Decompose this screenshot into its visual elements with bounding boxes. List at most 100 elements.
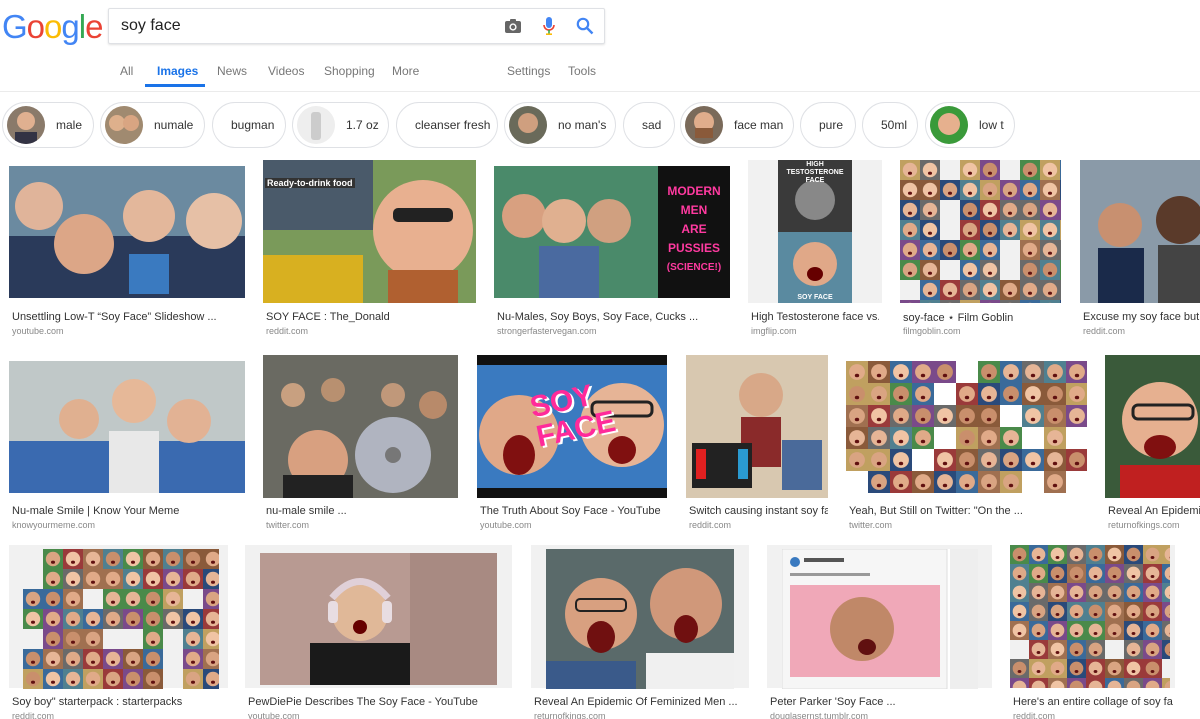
image-result[interactable]: Here's an entire collage of soy fac... r… [1010, 545, 1175, 719]
result-title: Reveal An Epidemic Of Feminized Men ... [534, 696, 738, 708]
chip-numale[interactable]: numale [100, 102, 205, 148]
result-title: Yeah, But Still on Twitter: "On the ... [849, 505, 1023, 517]
search-box [108, 8, 605, 44]
overlay-line: ARE [681, 222, 707, 236]
result-title: High Testosterone face vs. ... [751, 311, 879, 323]
result-title: Peter Parker 'Soy Face ... [770, 696, 896, 708]
thumbnail-overlay-text: Ready-to-drink food [265, 178, 355, 188]
result-title: The Truth About Soy Face - YouTube [480, 505, 661, 517]
result-title: Soy boy" starterpack : starterpacks [12, 696, 183, 708]
image-result[interactable]: Switch causing instant soy fa... reddit.… [686, 355, 828, 535]
tab-images[interactable]: Images [157, 64, 198, 78]
result-thumbnail [9, 361, 245, 493]
image-result[interactable]: Reveal An Epidemic returnofkings.com [1105, 355, 1200, 535]
result-source: filmgoblin.com [903, 326, 961, 336]
result-title: Unsettling Low-T “Soy Face” Slideshow ..… [12, 311, 217, 323]
image-result[interactable]: Yeah, But Still on Twitter: "On the ... … [846, 355, 1087, 535]
chip-label: face man [734, 118, 784, 132]
chip-male[interactable]: male [2, 102, 94, 148]
result-source: returnofkings.com [534, 711, 606, 719]
chip-1-7-oz[interactable]: 1.7 oz [292, 102, 389, 148]
result-thumbnail [1010, 545, 1170, 688]
search-input[interactable] [121, 9, 501, 43]
logo-letter: o [26, 8, 45, 45]
result-thumbnail [260, 553, 497, 685]
image-result[interactable]: Unsettling Low-T “Soy Face” Slideshow ..… [9, 160, 245, 340]
chip-label: male [56, 118, 83, 132]
overlay-line: MEN [680, 203, 708, 217]
result-source: strongerfastervegan.com [497, 326, 597, 336]
chip-thumbnail [105, 106, 143, 144]
thumbnail-overlay-text: HIGH TESTOSTERONE FACE [786, 161, 844, 184]
camera-icon[interactable] [502, 15, 524, 37]
search-icons [502, 9, 596, 43]
result-thumbnail [900, 160, 1061, 303]
chip-thumbnail [509, 106, 547, 144]
tab-videos[interactable]: Videos [268, 64, 304, 78]
chip-label: numale [154, 118, 194, 132]
chip-label: cleanser fresh [415, 118, 491, 132]
overlay-line: MODERN [667, 184, 721, 198]
result-title: Here's an entire collage of soy fac... [1013, 696, 1173, 708]
tab-news[interactable]: News [217, 64, 247, 78]
result-thumbnail [782, 549, 978, 689]
result-thumbnail [263, 355, 458, 498]
result-source: twitter.com [266, 520, 310, 530]
result-source: reddit.com [266, 326, 309, 336]
logo-letter: G [2, 8, 28, 45]
chip-label: 50ml [881, 118, 908, 132]
chip-thumbnail [930, 106, 968, 144]
image-result[interactable]: SOY FACE The Truth About Soy Face - YouT… [477, 355, 667, 535]
image-result[interactable]: PewDiePie Describes The Soy Face - YouTu… [245, 545, 512, 719]
image-result[interactable]: Peter Parker 'Soy Face ... douglasernst.… [767, 545, 992, 719]
image-result[interactable]: Nu-male Smile | Know Your Meme knowyourm… [9, 355, 245, 535]
chip-sad[interactable]: sad [623, 102, 675, 148]
chip-label: pure [819, 118, 844, 132]
microphone-icon[interactable] [538, 15, 560, 37]
tab-all[interactable]: All [120, 64, 133, 78]
tab-more[interactable]: More [392, 64, 419, 78]
image-result[interactable]: Ready-to-drink food SOY FACE : The_Donal… [263, 160, 476, 340]
result-source: reddit.com [1083, 326, 1126, 336]
result-title: nu-male smile ... [266, 505, 347, 517]
search-icon[interactable] [574, 15, 596, 37]
result-thumbnail [23, 549, 219, 689]
chip-low-t[interactable]: low t [925, 102, 1015, 148]
chip-50ml[interactable]: 50ml [862, 102, 918, 148]
header: Google All Images News Videos Shopping M… [0, 0, 1200, 92]
tab-tools[interactable]: Tools [568, 64, 596, 78]
chip-label: low t [979, 118, 1004, 132]
result-source: imgflip.com [751, 326, 797, 336]
overlay-line: PUSSIES [667, 241, 721, 255]
image-result[interactable]: soy-face ⋆ Film Goblin filmgoblin.com [900, 160, 1061, 340]
chip-thumbnail [297, 106, 335, 144]
result-thumbnail [686, 355, 828, 498]
tab-shopping[interactable]: Shopping [324, 64, 375, 78]
result-source: youtube.com [248, 711, 300, 719]
chip-no-mans[interactable]: no man's [504, 102, 616, 148]
image-result[interactable]: MODERN MEN ARE PUSSIES (SCIENCE!) Nu-Mal… [494, 160, 730, 340]
result-source: reddit.com [689, 520, 732, 530]
chip-label: 1.7 oz [346, 118, 379, 132]
chip-thumbnail [685, 106, 723, 144]
tab-settings[interactable]: Settings [507, 64, 550, 78]
image-result[interactable]: HIGH TESTOSTERONE FACE SOY FACE High Tes… [748, 160, 882, 340]
chip-cleanser-fresh[interactable]: cleanser fresh [396, 102, 498, 148]
image-result[interactable]: Soy boy" starterpack : starterpacks redd… [9, 545, 228, 719]
result-source: youtube.com [480, 520, 532, 530]
result-title: Nu-male Smile | Know Your Meme [12, 505, 180, 517]
logo-letter: o [44, 8, 62, 45]
image-result[interactable]: Excuse my soy face but I f... reddit.com [1080, 160, 1200, 340]
google-logo[interactable]: Google [2, 7, 103, 47]
chip-face-man[interactable]: face man [680, 102, 794, 148]
chip-label: sad [642, 118, 662, 132]
result-thumbnail: MODERN MEN ARE PUSSIES (SCIENCE!) [494, 166, 730, 298]
image-result[interactable]: Reveal An Epidemic Of Feminized Men ... … [531, 545, 749, 719]
result-title: Switch causing instant soy fa... [689, 505, 828, 517]
result-title: PewDiePie Describes The Soy Face - YouTu… [248, 696, 478, 708]
thumbnail-overlay-text: SOY FACE [797, 294, 833, 301]
chip-bugman[interactable]: bugman [212, 102, 286, 148]
image-result[interactable]: nu-male smile ... twitter.com [263, 355, 458, 535]
result-thumbnail: Ready-to-drink food [263, 160, 476, 303]
chip-pure[interactable]: pure [800, 102, 856, 148]
